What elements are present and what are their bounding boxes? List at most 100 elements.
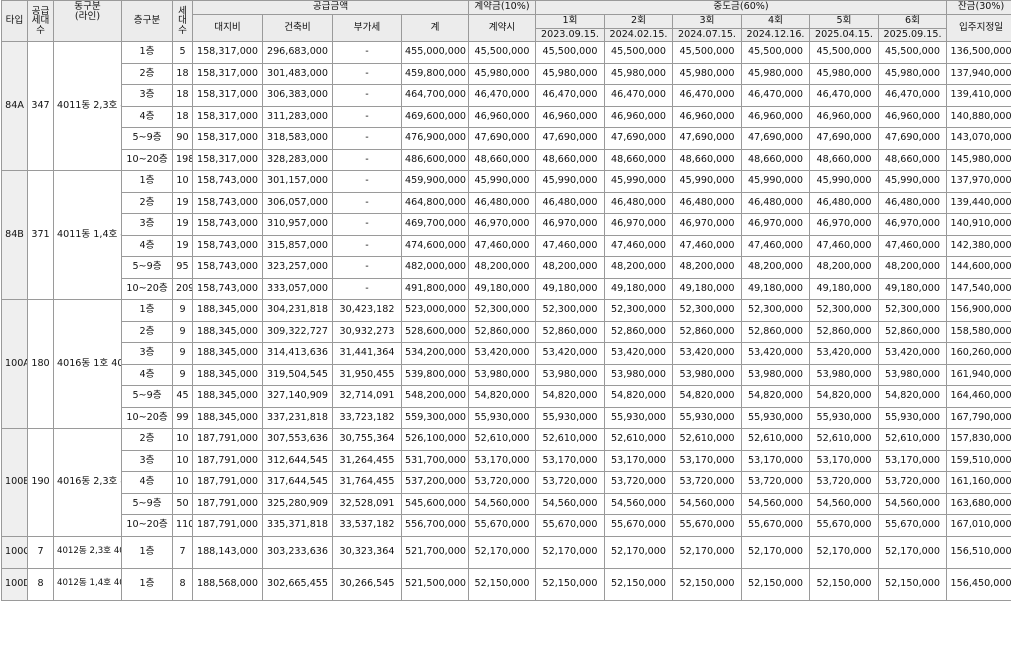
installment-cell: 54,560,000 (741, 492, 810, 515)
balance-cell: 139,410,000 (946, 84, 1011, 107)
land-cost-cell: 158,317,000 (192, 62, 263, 85)
floor-cell: 5~9층 (121, 256, 173, 279)
units-cell: 110 (172, 514, 193, 537)
vat-cell: 32,528,091 (332, 492, 402, 515)
installment-cell: 48,200,000 (535, 256, 605, 279)
building-cost-cell: 319,504,545 (262, 363, 333, 386)
units-cell: 19 (172, 234, 193, 257)
balance-cell: 142,380,000 (946, 234, 1011, 257)
supply-units-cell: 8 (27, 567, 54, 601)
header-installment: 3회 (672, 14, 742, 29)
header-land: 대지비 (192, 14, 263, 42)
deposit-cell: 52,300,000 (468, 299, 536, 322)
vat-cell: 31,264,455 (332, 449, 402, 472)
units-cell: 18 (172, 84, 193, 107)
units-cell: 7 (172, 535, 193, 569)
header-deposit: 계약금(10%) (468, 0, 536, 15)
installment-cell: 53,980,000 (877, 363, 948, 386)
units-cell: 9 (172, 299, 193, 322)
installment-cell: 52,170,000 (535, 535, 605, 569)
installment-cell: 54,560,000 (877, 492, 948, 515)
land-cost-cell: 158,317,000 (192, 41, 263, 64)
total-cell: 469,600,000 (401, 105, 469, 128)
land-cost-cell: 188,345,000 (192, 406, 263, 429)
installment-cell: 53,420,000 (604, 342, 673, 365)
header-supply-amount: 공급금액 (192, 0, 469, 15)
balance-cell: 139,440,000 (946, 191, 1011, 214)
balance-cell: 156,900,000 (946, 299, 1011, 322)
units-cell: 19 (172, 191, 193, 214)
installment-cell: 46,470,000 (672, 84, 742, 107)
units-cell: 10 (172, 471, 193, 494)
installment-cell: 53,720,000 (535, 471, 605, 494)
building-cost-cell: 307,553,636 (262, 428, 333, 451)
balance-cell: 140,910,000 (946, 213, 1011, 236)
table-row: 4층 19 158,743,000 315,857,000-474,600,000 47… (2, 234, 1011, 257)
units-cell: 10 (172, 428, 193, 451)
table-row: 2층 9 188,345,000 309,322,727 30,932,273 528,6… (2, 320, 1011, 343)
installment-cell: 54,820,000 (741, 385, 810, 408)
balance-cell: 167,790,000 (946, 406, 1011, 429)
vat-cell: 30,932,273 (332, 320, 402, 343)
table-row: 4층 18 158,317,000 311,283,000-469,600,000 46… (2, 105, 1011, 128)
installment-cell: 47,690,000 (535, 127, 605, 150)
installment-cell: 47,460,000 (604, 234, 673, 257)
installment-cell: 49,180,000 (672, 277, 742, 300)
table-row: 2층 19 158,743,000 306,057,000-464,800,000 46… (2, 191, 1011, 214)
vat-cell: 33,723,182 (332, 406, 402, 429)
installment-cell: 46,960,000 (741, 105, 810, 128)
floor-cell: 4층 (121, 105, 173, 128)
building-cost-cell: 306,383,000 (262, 84, 333, 107)
installment-cell: 46,480,000 (877, 191, 948, 214)
units-cell: 90 (172, 127, 193, 150)
header-installment: 6회 (877, 14, 948, 29)
units-cell: 95 (172, 256, 193, 279)
installment-cell: 45,990,000 (741, 170, 810, 193)
deposit-cell: 48,660,000 (468, 148, 536, 171)
total-cell: 464,700,000 (401, 84, 469, 107)
vat-cell: 33,537,182 (332, 514, 402, 537)
installment-cell: 48,660,000 (672, 148, 742, 171)
table-row: 84B3714011동 1,4호 4012동 1,4호 4013동 1,4호 4… (1, 170, 1011, 300)
supply-units-cell: 190 (27, 428, 54, 537)
installment-cell: 46,480,000 (604, 191, 673, 214)
installment-cell: 53,420,000 (672, 342, 742, 365)
deposit-cell: 48,200,000 (468, 256, 536, 279)
installment-cell: 46,480,000 (672, 191, 742, 214)
balance-cell: 156,510,000 (946, 535, 1011, 569)
units-cell: 5 (172, 41, 193, 64)
balance-cell: 160,260,000 (946, 342, 1011, 365)
floor-cell: 3층 (121, 84, 173, 107)
installment-cell: 47,690,000 (809, 127, 879, 150)
floor-cell: 5~9층 (121, 127, 173, 150)
vat-cell: - (332, 62, 402, 85)
installment-cell: 45,500,000 (604, 41, 673, 64)
table-row: 10~20층 110 187,791,000 335,371,818 33,537,18… (2, 514, 1011, 537)
installment-cell: 53,420,000 (741, 342, 810, 365)
floor-cell: 3층 (121, 213, 173, 236)
installment-cell: 55,930,000 (877, 406, 948, 429)
installment-cell: 54,560,000 (672, 492, 742, 515)
balance-cell: 140,880,000 (946, 105, 1011, 128)
deposit-cell: 53,720,000 (468, 471, 536, 494)
header-installment: 5회 (809, 14, 879, 29)
installment-cell: 45,990,000 (877, 170, 948, 193)
type-cell: 100A (1, 299, 28, 429)
installment-cell: 46,480,000 (741, 191, 810, 214)
header-balance: 잔금(30%) (946, 0, 1011, 15)
land-cost-cell: 158,317,000 (192, 148, 263, 171)
installment-cell: 54,560,000 (535, 492, 605, 515)
installment-cell: 53,720,000 (672, 471, 742, 494)
installment-cell: 45,500,000 (809, 41, 879, 64)
installment-cell: 53,170,000 (535, 449, 605, 472)
header-installment-date: 2024.07.15. (672, 28, 742, 42)
installment-cell: 54,820,000 (535, 385, 605, 408)
installment-cell: 45,500,000 (672, 41, 742, 64)
installment-cell: 45,980,000 (604, 62, 673, 85)
installment-cell: 46,970,000 (809, 213, 879, 236)
installment-cell: 52,300,000 (535, 299, 605, 322)
installment-cell: 52,150,000 (535, 567, 605, 601)
total-cell: 464,800,000 (401, 191, 469, 214)
total-cell: 523,000,000 (401, 299, 469, 322)
building-cost-cell: 315,857,000 (262, 234, 333, 257)
